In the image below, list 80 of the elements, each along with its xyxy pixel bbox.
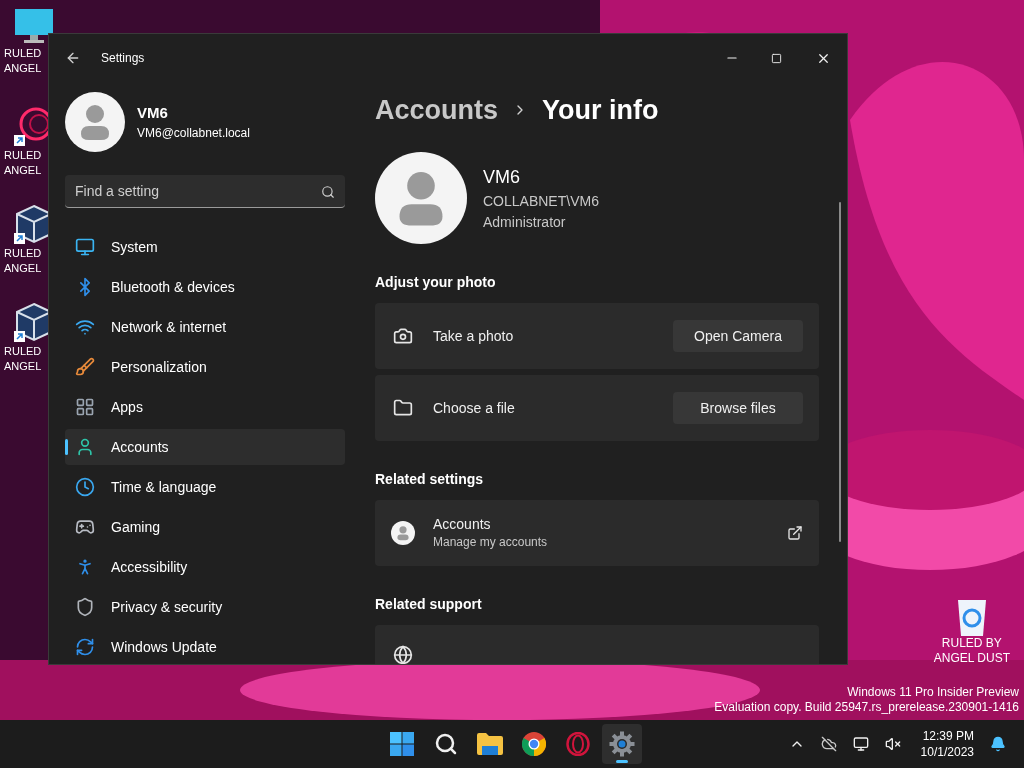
section-heading: Adjust your photo bbox=[375, 273, 497, 292]
profile-email: VM6@collabnet.local bbox=[137, 125, 250, 143]
folder-icon bbox=[477, 733, 503, 755]
breadcrumb-link[interactable]: Accounts bbox=[375, 89, 499, 131]
user-domain: COLLABNET\VM6 bbox=[483, 191, 599, 211]
nav-item[interactable]: Time & language bbox=[65, 469, 345, 505]
card-label: Accounts bbox=[433, 515, 492, 533]
card-description: Manage my accounts bbox=[433, 534, 549, 551]
wifi-icon bbox=[75, 317, 95, 337]
icon-label: RULED bbox=[4, 148, 42, 163]
avatar-icon bbox=[375, 152, 467, 244]
apps-icon bbox=[75, 397, 95, 417]
nav-item[interactable]: Windows Update bbox=[65, 629, 345, 664]
card-button[interactable]: Browse files bbox=[673, 392, 803, 424]
ring-icon bbox=[566, 732, 590, 756]
nav-item[interactable]: Accessibility bbox=[65, 549, 345, 585]
shield-icon bbox=[75, 597, 95, 617]
card-button[interactable]: Open Camera bbox=[673, 320, 803, 352]
icon-label: ANGEL bbox=[4, 61, 42, 76]
icon-label: RULED bbox=[4, 344, 42, 359]
camera-icon bbox=[393, 326, 413, 346]
folder-icon bbox=[393, 398, 413, 418]
icon-label: ANGEL DUST bbox=[933, 651, 1010, 666]
build-info-text: Evaluation copy. Build 25947.rs_prerelease.230901-1416 bbox=[714, 700, 1019, 715]
nav-item[interactable]: Privacy & security bbox=[65, 589, 345, 625]
search-icon bbox=[434, 732, 458, 756]
globe-icon bbox=[393, 645, 413, 664]
nav-item[interactable]: Accounts bbox=[65, 429, 345, 465]
gamepad-icon bbox=[75, 517, 95, 537]
brush-icon bbox=[75, 357, 95, 377]
section-heading: Related settings bbox=[375, 470, 485, 489]
volume-muted-icon[interactable] bbox=[884, 736, 901, 752]
shortcut-icon bbox=[14, 233, 25, 244]
clock-date: 10/1/2023 bbox=[920, 744, 974, 760]
update-icon bbox=[75, 637, 95, 657]
notification-icon[interactable] bbox=[990, 736, 1006, 752]
monitor-icon bbox=[14, 8, 54, 44]
windows-logo-icon bbox=[390, 732, 414, 756]
nav-item[interactable]: Network & internet bbox=[65, 309, 345, 345]
monitor-icon bbox=[75, 237, 95, 257]
user-name: VM6 bbox=[483, 165, 521, 189]
person-icon bbox=[75, 437, 95, 457]
nav-item[interactable]: Bluetooth & devices bbox=[65, 269, 345, 305]
icon-label: RULED bbox=[4, 246, 42, 261]
nav-item[interactable]: Gaming bbox=[65, 509, 345, 545]
network-icon[interactable] bbox=[852, 736, 869, 752]
window-title: Settings bbox=[101, 50, 146, 67]
avatar-icon bbox=[391, 521, 415, 545]
shortcut-icon bbox=[14, 331, 25, 342]
search-icon bbox=[321, 185, 335, 199]
cloud-off-icon[interactable] bbox=[820, 736, 837, 752]
active-indicator bbox=[616, 760, 628, 763]
profile-name: VM6 bbox=[137, 102, 169, 123]
nav-item[interactable]: Personalization bbox=[65, 349, 345, 385]
search-field[interactable]: Find a setting bbox=[65, 175, 345, 208]
back-icon[interactable] bbox=[65, 50, 81, 66]
card-label: Take a photo bbox=[433, 326, 515, 346]
section-heading: Related support bbox=[375, 595, 483, 614]
icon-label: ANGEL bbox=[4, 261, 42, 276]
nav-item[interactable]: Apps bbox=[65, 389, 345, 425]
icon-label: RULED BY bbox=[941, 636, 1002, 651]
settings-card[interactable]: Accounts Manage my accounts bbox=[375, 500, 819, 566]
browser-icon bbox=[522, 732, 546, 756]
shortcut-icon bbox=[14, 135, 25, 146]
maximize-icon[interactable] bbox=[771, 52, 782, 64]
page-title: Your info bbox=[542, 93, 659, 127]
avatar-icon bbox=[65, 92, 125, 152]
external-link-icon bbox=[787, 525, 803, 541]
scrollbar[interactable] bbox=[839, 202, 841, 542]
build-info-text: Windows 11 Pro Insider Preview bbox=[847, 685, 1019, 700]
nav-item[interactable]: System bbox=[65, 229, 345, 265]
icon-label: ANGEL bbox=[4, 163, 42, 178]
user-role: Administrator bbox=[483, 212, 567, 232]
gear-icon bbox=[609, 731, 635, 757]
card-label: Choose a file bbox=[433, 398, 516, 418]
icon-label: ANGEL bbox=[4, 359, 42, 374]
clock-time: 12:39 PM bbox=[922, 728, 974, 744]
icon-label: RULED bbox=[4, 46, 42, 61]
clock-icon bbox=[75, 477, 95, 497]
selection-indicator bbox=[65, 439, 68, 455]
